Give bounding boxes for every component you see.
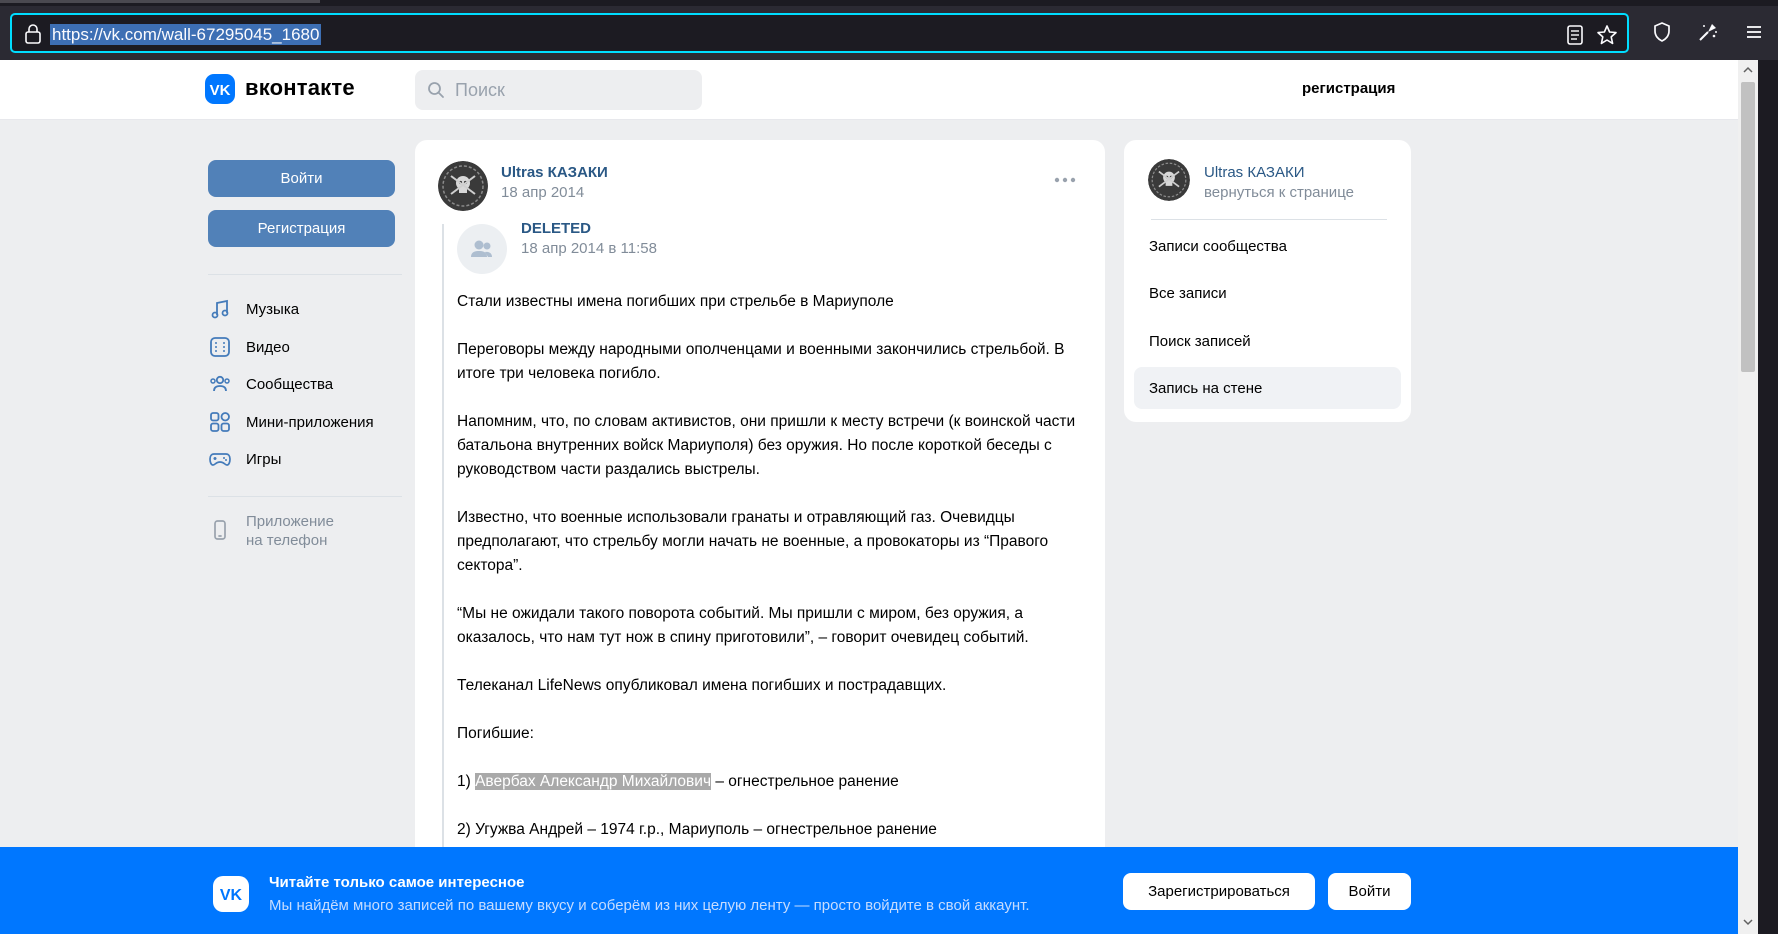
shield-icon[interactable] xyxy=(1650,20,1674,44)
tab-indicator xyxy=(0,0,320,3)
post-paragraph: “Мы не ожидали такого поворота событий. … xyxy=(457,605,1029,646)
back-to-page-link[interactable]: вернуться к странице xyxy=(1204,184,1354,201)
window-edge xyxy=(1758,60,1778,934)
menu-item-music[interactable]: Музыка xyxy=(208,294,299,324)
side-item-search-posts[interactable]: Поиск записей xyxy=(1134,320,1401,362)
victim-line: 2) Угужва Андрей – 1974 г.р., Мариуполь … xyxy=(457,821,937,838)
repost-author[interactable]: DELETED xyxy=(521,220,591,237)
wall-navigation-card: Ultras КАЗАКИ вернуться к странице Запис… xyxy=(1124,140,1411,422)
site-header: VK вконтакте регистрация xyxy=(0,60,1738,120)
side-item-wall-post[interactable]: Запись на стене xyxy=(1134,367,1401,409)
mini-apps-icon xyxy=(210,412,230,432)
scrollbar-thumb[interactable] xyxy=(1741,82,1755,372)
register-button[interactable]: Регистрация xyxy=(208,210,395,247)
side-group-name[interactable]: Ultras КАЗАКИ xyxy=(1204,164,1305,181)
communities-icon xyxy=(210,375,230,392)
extensions-icon[interactable] xyxy=(1696,20,1720,44)
banner-title: Читайте только самое интересное xyxy=(269,874,525,891)
browser-toolbar: https://vk.com/wall-67295045_1680 xyxy=(0,0,1778,60)
menu-label: Игры xyxy=(246,450,282,468)
side-item-community-posts[interactable]: Записи сообщества xyxy=(1134,225,1401,267)
post-text: Стали известны имена погибших при стрель… xyxy=(457,290,1097,866)
post-card: Ultras КАЗАКИ 18 апр 2014 DELETED 18 апр… xyxy=(415,140,1105,934)
more-options-icon[interactable] xyxy=(1053,170,1077,190)
scroll-up-arrow-icon[interactable] xyxy=(1742,64,1754,76)
hamburger-menu-icon[interactable] xyxy=(1742,20,1766,44)
svg-text:VK: VK xyxy=(210,82,231,99)
post-paragraph: Напомним, что, по словам активистов, они… xyxy=(457,413,1076,478)
svg-text:VK: VK xyxy=(220,887,243,904)
banner-login-button[interactable]: Войти xyxy=(1328,873,1411,910)
menu-item-games[interactable]: Игры xyxy=(208,444,281,474)
logo-text[interactable]: вконтакте xyxy=(245,75,355,101)
mobile-app-label: Приложение на телефон xyxy=(246,512,356,550)
tab-strip xyxy=(0,0,1778,6)
mobile-app-label-line2: на телефон xyxy=(246,532,328,549)
side-item-all-posts[interactable]: Все записи xyxy=(1134,272,1401,314)
group-avatar-small[interactable] xyxy=(1148,159,1190,201)
post-author-link[interactable]: Ultras КАЗАКИ xyxy=(501,164,608,181)
menu-label: Музыка xyxy=(246,300,300,318)
search-input[interactable] xyxy=(455,78,685,102)
menu-item-mobile-app[interactable]: Приложение на телефон xyxy=(208,512,356,550)
deleted-user-avatar xyxy=(457,224,507,274)
bookmark-star-icon[interactable] xyxy=(1596,24,1618,46)
victim-number: 1) xyxy=(457,773,476,790)
url-text[interactable]: https://vk.com/wall-67295045_1680 xyxy=(50,24,322,45)
menu-label: Мини-приложения xyxy=(246,413,374,431)
post-paragraph: Стали известны имена погибших при стрель… xyxy=(457,293,894,310)
login-promo-banner: VK Читайте только самое интересное Мы на… xyxy=(0,847,1738,934)
victim-line: 1) Авербах Александр Михайлович – огнест… xyxy=(457,770,1097,794)
post-paragraph: Погибшие: xyxy=(457,725,534,742)
menu-label: Сообщества xyxy=(246,375,334,393)
post-paragraph: Известно, что военные использовали грана… xyxy=(457,509,1049,574)
lock-icon[interactable] xyxy=(24,24,42,44)
menu-divider xyxy=(208,274,402,275)
games-icon xyxy=(209,453,231,466)
page-scrollbar[interactable] xyxy=(1738,60,1758,934)
page-viewport: VK вконтакте регистрация Войти Регистрац… xyxy=(0,60,1738,934)
menu-label: Видео xyxy=(246,338,290,356)
post-date[interactable]: 18 апр 2014 xyxy=(501,184,584,201)
mobile-app-label-line1: Приложение xyxy=(246,513,334,530)
video-icon xyxy=(210,337,230,357)
login-button[interactable]: Войти xyxy=(208,160,395,197)
music-icon xyxy=(211,299,229,319)
scroll-down-arrow-icon[interactable] xyxy=(1742,916,1754,928)
phone-icon xyxy=(214,520,226,540)
post-paragraph: Телеканал LifeNews опубликовал имена пог… xyxy=(457,677,947,694)
search-icon xyxy=(428,82,444,98)
reader-view-icon[interactable] xyxy=(1564,24,1586,46)
victim-cause: – огнестрельное ранение xyxy=(711,773,899,790)
repost-indicator-line xyxy=(442,224,444,934)
register-link[interactable]: регистрация xyxy=(1302,80,1395,97)
highlighted-name: Авербах Александр Михайлович xyxy=(475,773,712,790)
vk-logo-icon[interactable]: VK xyxy=(205,74,235,104)
post-paragraph: Переговоры между народными ополченцами и… xyxy=(457,341,1065,382)
menu-divider xyxy=(208,496,402,497)
search-box[interactable] xyxy=(415,70,702,110)
vk-logo-icon: VK xyxy=(213,876,249,912)
menu-item-video[interactable]: Видео xyxy=(208,332,290,362)
menu-item-communities[interactable]: Сообщества xyxy=(208,369,333,399)
group-avatar[interactable] xyxy=(438,161,488,211)
repost-date[interactable]: 18 апр 2014 в 11:58 xyxy=(521,240,657,257)
banner-subtitle: Мы найдём много записей по вашему вкусу … xyxy=(269,897,1030,914)
menu-item-mini-apps[interactable]: Мини-приложения xyxy=(208,407,374,437)
side-divider xyxy=(1151,219,1387,220)
address-bar[interactable]: https://vk.com/wall-67295045_1680 xyxy=(10,13,1629,53)
users-icon xyxy=(471,240,492,257)
banner-register-button[interactable]: Зарегистрироваться xyxy=(1123,873,1315,910)
